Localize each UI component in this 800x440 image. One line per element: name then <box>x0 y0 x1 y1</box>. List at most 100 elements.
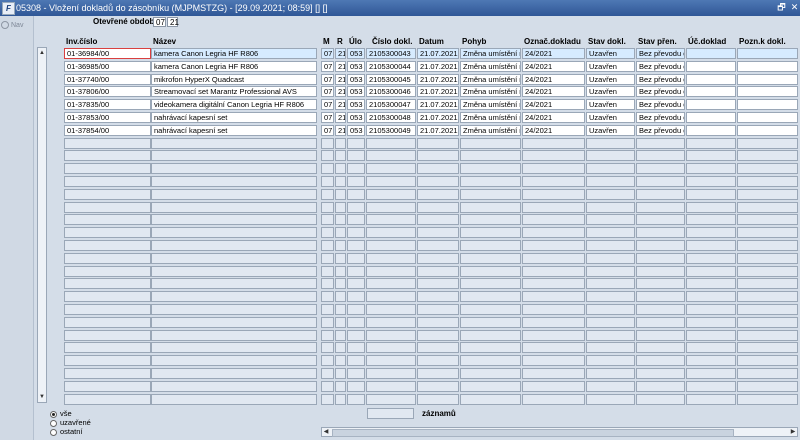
table-cell[interactable] <box>335 355 346 366</box>
table-cell[interactable] <box>522 291 585 302</box>
table-cell[interactable] <box>335 176 346 187</box>
table-cell[interactable] <box>460 266 521 277</box>
close-icon[interactable]: ✕ <box>789 2 800 13</box>
table-cell[interactable] <box>347 394 365 405</box>
table-cell[interactable]: 24/2021 <box>522 112 585 123</box>
table-cell[interactable] <box>636 330 685 341</box>
table-cell[interactable]: Bez převodu d <box>636 48 685 59</box>
table-cell[interactable] <box>151 394 317 405</box>
table-cell[interactable] <box>64 163 151 174</box>
table-cell[interactable] <box>151 278 317 289</box>
table-cell[interactable] <box>737 381 798 392</box>
table-cell[interactable] <box>321 214 334 225</box>
table-cell[interactable] <box>347 253 365 264</box>
table-cell[interactable] <box>366 330 416 341</box>
table-cell[interactable] <box>417 253 459 264</box>
table-cell[interactable]: Uzavřen <box>586 125 635 136</box>
table-cell[interactable] <box>586 342 635 353</box>
table-cell[interactable] <box>586 176 635 187</box>
table-cell[interactable] <box>151 189 317 200</box>
table-cell[interactable]: mikrofon HyperX Quadcast <box>151 74 317 85</box>
table-cell[interactable] <box>335 291 346 302</box>
table-cell[interactable]: Uzavřen <box>586 86 635 97</box>
table-cell[interactable] <box>522 227 585 238</box>
table-cell[interactable] <box>347 163 365 174</box>
table-cell[interactable]: 24/2021 <box>522 48 585 59</box>
table-cell[interactable] <box>64 138 151 149</box>
nav-button[interactable]: Nav <box>1 21 23 29</box>
table-cell[interactable]: kamera Canon Legria HF R806 <box>151 61 317 72</box>
table-cell[interactable] <box>335 214 346 225</box>
table-cell[interactable] <box>347 368 365 379</box>
table-cell[interactable] <box>737 266 798 277</box>
table-cell[interactable] <box>636 163 685 174</box>
table-cell[interactable]: Uzavřen <box>586 61 635 72</box>
table-cell[interactable] <box>335 138 346 149</box>
table-cell[interactable]: 21.07.2021 <box>417 61 459 72</box>
table-cell[interactable] <box>737 48 798 59</box>
table-cell[interactable] <box>366 214 416 225</box>
table-cell[interactable] <box>347 342 365 353</box>
table-cell[interactable] <box>686 86 736 97</box>
table-cell[interactable] <box>151 214 317 225</box>
table-cell[interactable]: 21 <box>335 86 346 97</box>
table-cell[interactable]: 2105300044 <box>366 61 416 72</box>
table-cell[interactable] <box>586 368 635 379</box>
table-cell[interactable] <box>366 202 416 213</box>
table-cell[interactable] <box>151 381 317 392</box>
horizontal-scrollbar[interactable]: ◀ ▶ <box>321 427 798 437</box>
table-cell[interactable] <box>347 240 365 251</box>
table-cell[interactable] <box>737 278 798 289</box>
table-cell[interactable] <box>151 163 317 174</box>
table-cell[interactable]: Změna umístění n <box>460 48 521 59</box>
table-cell[interactable] <box>586 355 635 366</box>
table-cell[interactable] <box>636 368 685 379</box>
table-cell[interactable] <box>586 394 635 405</box>
table-cell[interactable] <box>522 138 585 149</box>
table-cell[interactable] <box>686 253 736 264</box>
table-cell[interactable]: Bez převodu d <box>636 86 685 97</box>
table-cell[interactable] <box>417 355 459 366</box>
table-cell[interactable] <box>335 150 346 161</box>
table-cell[interactable] <box>64 394 151 405</box>
table-cell[interactable] <box>686 227 736 238</box>
table-cell[interactable] <box>686 381 736 392</box>
table-cell[interactable] <box>321 291 334 302</box>
table-cell[interactable] <box>64 253 151 264</box>
table-cell[interactable]: 01-37740/00 <box>64 74 151 85</box>
table-cell[interactable] <box>737 112 798 123</box>
table-cell[interactable]: 01-36985/00 <box>64 61 151 72</box>
table-cell[interactable] <box>64 176 151 187</box>
table-cell[interactable] <box>636 355 685 366</box>
table-cell[interactable] <box>64 202 151 213</box>
table-cell[interactable] <box>417 227 459 238</box>
table-cell[interactable] <box>151 240 317 251</box>
table-cell[interactable]: 21.07.2021 <box>417 99 459 110</box>
table-cell[interactable] <box>522 381 585 392</box>
table-cell[interactable]: 21 <box>335 125 346 136</box>
table-cell[interactable] <box>636 189 685 200</box>
table-cell[interactable] <box>366 266 416 277</box>
restore-icon[interactable]: 🗗 <box>776 2 787 13</box>
table-cell[interactable] <box>522 189 585 200</box>
table-cell[interactable] <box>522 342 585 353</box>
table-cell[interactable] <box>335 266 346 277</box>
table-cell[interactable] <box>460 330 521 341</box>
table-cell[interactable] <box>522 330 585 341</box>
table-cell[interactable] <box>586 304 635 315</box>
table-cell[interactable]: Změna umístění n <box>460 74 521 85</box>
table-cell[interactable] <box>460 342 521 353</box>
table-cell[interactable] <box>335 278 346 289</box>
table-cell[interactable]: Bez převodu d <box>636 112 685 123</box>
table-cell[interactable]: 2105300046 <box>366 86 416 97</box>
table-cell[interactable] <box>64 355 151 366</box>
table-cell[interactable]: 21.07.2021 <box>417 86 459 97</box>
table-cell[interactable] <box>737 74 798 85</box>
scroll-right-icon[interactable]: ▶ <box>789 428 797 436</box>
table-cell[interactable] <box>366 317 416 328</box>
period-month-field[interactable]: 07 <box>153 17 166 27</box>
table-cell[interactable] <box>335 394 346 405</box>
table-cell[interactable] <box>417 317 459 328</box>
table-cell[interactable] <box>686 138 736 149</box>
table-cell[interactable]: Bez převodu d <box>636 125 685 136</box>
